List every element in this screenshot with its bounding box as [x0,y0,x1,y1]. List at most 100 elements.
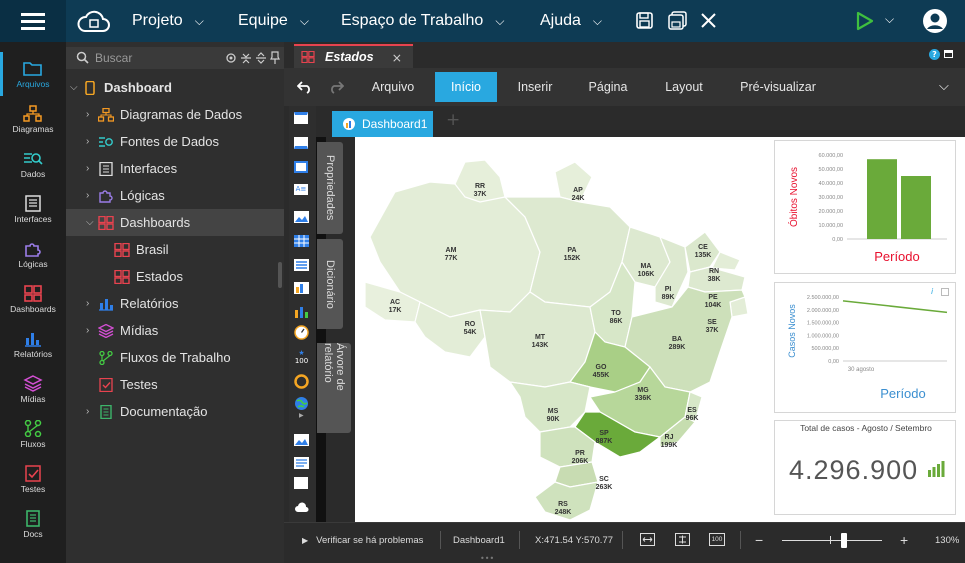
cloud-logo-icon [76,7,112,39]
dashboard-icon [301,51,315,63]
fit-height-icon[interactable] [675,533,690,549]
chart-card-casos[interactable]: Casos Novos 2.500.000,00 2.000.000,00 1.500… [774,282,956,413]
collapse-all-icon[interactable] [240,52,252,64]
save-icon[interactable] [636,12,653,33]
menu-equipe[interactable]: Equipe ⌵ [238,0,309,42]
menu-espaco-de-trabalho[interactable]: Espaço de Trabalho ⌵ [341,0,504,42]
image-tool-icon[interactable] [294,208,309,227]
indicator-tool-icon[interactable]: ★ 100 [294,349,309,365]
map-label-mt-code: MT [535,334,546,341]
progress-ring-tool-icon[interactable] [294,374,309,393]
tree-search-box[interactable]: Buscar [66,47,284,69]
zoom-slider-handle[interactable] [841,533,847,548]
rich-text-tool-icon[interactable] [294,454,309,473]
menu-ajuda[interactable]: Ajuda ⌵ [540,0,602,42]
workflow-icon [99,350,113,365]
rail-relatorios[interactable]: Relatórios [0,324,66,369]
chart-tool-icon[interactable] [294,303,309,322]
resize-grip-icon[interactable]: ••• [480,555,494,563]
fit-width-icon[interactable] [640,533,655,549]
add-page-button[interactable]: + [446,110,460,130]
ribbon-collapse-chevron-icon[interactable]: ⌵ [939,79,949,94]
tree-item-relatorios[interactable]: › Relatórios [66,290,284,317]
rail-midias[interactable]: Mídias [0,369,66,414]
actual-size-icon[interactable]: 100 [709,533,725,546]
pivot-tool-icon[interactable] [294,279,309,298]
rail-diagramas[interactable]: Diagramas [0,99,66,144]
run-play-icon[interactable] [856,11,874,35]
ribbon-tab-inicio[interactable]: Início [435,72,497,102]
shape-tool-icon[interactable] [294,477,308,489]
tree-item-midias[interactable]: › Mídias [66,317,284,344]
side-tab-arvore-relatorio[interactable]: Árvore de relatório [317,343,351,433]
rail-testes[interactable]: Testes [0,459,66,504]
tree-item-fontes-de-dados[interactable]: › Fontes de Dados [66,128,284,155]
rail-dados[interactable]: Dados [0,144,66,189]
rail-fluxos[interactable]: Fluxos [0,414,66,459]
image-tool-icon-2[interactable] [294,431,309,450]
zoom-slider-track[interactable] [782,540,882,541]
tree-scrollbar[interactable] [278,262,282,288]
hamburger-menu-icon[interactable] [0,0,66,42]
tree-item-dashboards[interactable]: ⌵ Dashboards [66,209,284,236]
tree-item-documentacao[interactable]: › Documentação [66,398,284,425]
tab-estados[interactable]: Estados × [294,44,413,68]
ribbon-tab-arquivo[interactable]: Arquivo [360,72,426,102]
panel-bottom-tool-icon[interactable] [294,137,308,149]
project-tree-panel: Buscar ⌵ Dashboard › Diagramas de Dados … [66,42,284,563]
tab-dashboard1[interactable]: Dashboard1 [332,111,433,137]
table-tool-icon[interactable] [294,232,309,251]
undo-icon[interactable] [296,79,313,98]
status-divider [440,531,441,549]
ribbon-tab-layout[interactable]: Layout [652,72,716,102]
zoom-out-button[interactable]: − [755,523,763,557]
text-tool-icon[interactable]: A≡ [294,184,308,195]
side-tab-propriedades[interactable]: Propriedades [317,142,343,234]
interface-icon [25,195,41,212]
test-check-icon [25,465,41,482]
cloud-tool-icon[interactable] [294,498,309,517]
locate-icon[interactable] [225,52,237,64]
list-tool-icon[interactable] [294,256,309,275]
toolbox-expand-icon[interactable]: ▶ [299,412,304,419]
tree-item-logicas[interactable]: › Lógicas [66,182,284,209]
save-all-icon[interactable] [668,11,687,34]
check-problems-button[interactable]: ▶ Verificar se há problemas [302,523,423,557]
kpi-card[interactable]: Total de casos - Agosto / Setembro 4.296… [774,420,956,515]
chart-checkbox[interactable] [941,288,949,296]
user-avatar-icon[interactable] [922,8,948,38]
expand-all-icon[interactable] [255,52,267,64]
rail-docs[interactable]: Docs [0,504,66,549]
run-options-chevron-icon[interactable]: ⌵ [885,12,894,27]
maximize-icon[interactable] [944,50,953,58]
close-icon[interactable] [700,12,717,33]
form-tool-icon[interactable] [294,161,308,173]
rail-dashboards[interactable]: Dashboards [0,279,66,324]
tab-close-icon[interactable]: × [392,50,402,65]
puzzle-icon [25,243,41,257]
chart-info-icon[interactable]: i [931,287,933,296]
ribbon-tab-inserir[interactable]: Inserir [506,72,564,102]
tree-item-testes[interactable]: Testes [66,371,284,398]
tree-item-estados[interactable]: Estados [66,263,284,290]
menu-projeto[interactable]: Projeto ⌵ [132,0,204,42]
rail-interfaces[interactable]: Interfaces [0,189,66,234]
rail-arquivos[interactable]: Arquivos [0,54,66,99]
rail-logicas[interactable]: Lógicas [0,234,66,279]
side-tab-dicionario[interactable]: Dicionário [317,239,343,329]
tree-root-dashboard[interactable]: ⌵ Dashboard [66,74,284,101]
tree-item-fluxos[interactable]: Fluxos de Trabalho [66,344,284,371]
ribbon-tab-pre-visualizar[interactable]: Pré-visualizar [730,72,826,102]
brazil-states-map[interactable]: RR37KAP24KAM77KPA152KCE135KMA106K RN38KPI… [360,142,760,520]
redo-icon[interactable] [328,79,345,98]
ribbon-tab-pagina[interactable]: Página [578,72,638,102]
gauge-tool-icon[interactable] [294,325,309,344]
tree-item-interfaces[interactable]: › Interfaces [66,155,284,182]
help-icon[interactable]: ? [929,49,940,60]
panel-tool-icon[interactable] [294,112,308,124]
tree-item-diagramas[interactable]: › Diagramas de Dados [66,101,284,128]
zoom-in-button[interactable]: + [900,523,908,557]
chart-card-obitos[interactable]: Óbitos Novos 60.000,00 50.000,00 40.000,00 3… [774,140,956,274]
pin-icon[interactable] [270,51,280,65]
tree-item-brasil[interactable]: Brasil [66,236,284,263]
